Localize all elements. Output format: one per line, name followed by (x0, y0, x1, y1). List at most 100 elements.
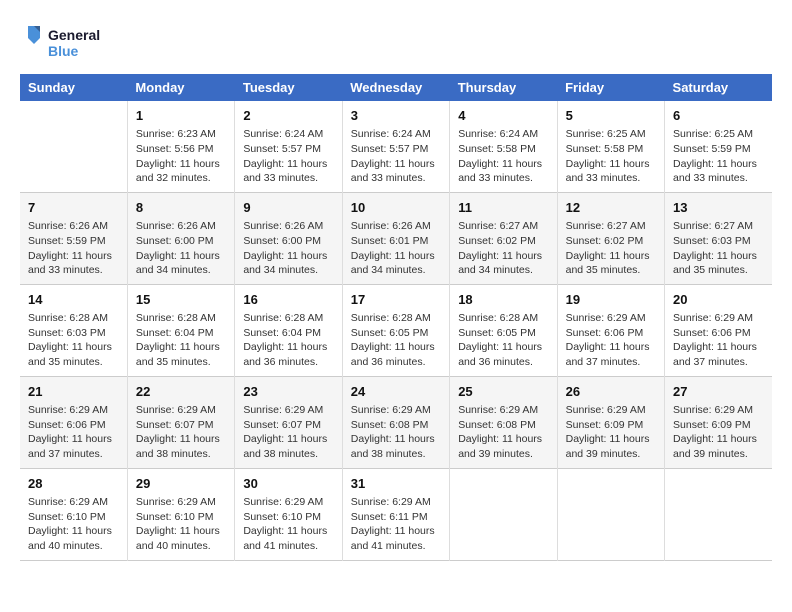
cell-info: Sunset: 5:56 PM (136, 142, 226, 157)
calendar-cell: 17Sunrise: 6:28 AMSunset: 6:05 PMDayligh… (342, 284, 449, 376)
day-number: 2 (243, 107, 333, 125)
calendar-cell: 3Sunrise: 6:24 AMSunset: 5:57 PMDaylight… (342, 101, 449, 192)
cell-info: and 41 minutes. (243, 539, 333, 554)
day-number: 5 (566, 107, 656, 125)
cell-info: Sunrise: 6:29 AM (136, 403, 226, 418)
cell-info: Sunset: 5:57 PM (243, 142, 333, 157)
day-number: 29 (136, 475, 226, 493)
cell-info: Sunset: 6:10 PM (28, 510, 119, 525)
column-header-tuesday: Tuesday (235, 74, 342, 101)
cell-info: Sunset: 5:59 PM (28, 234, 119, 249)
calendar-cell (557, 468, 664, 560)
cell-info: and 36 minutes. (243, 355, 333, 370)
cell-info: Daylight: 11 hours (136, 249, 226, 264)
cell-info: Daylight: 11 hours (28, 340, 119, 355)
cell-info: Daylight: 11 hours (351, 249, 441, 264)
cell-info: Daylight: 11 hours (458, 432, 548, 447)
cell-info: Sunset: 6:07 PM (136, 418, 226, 433)
day-number: 13 (673, 199, 764, 217)
calendar-cell (450, 468, 557, 560)
week-row: 1Sunrise: 6:23 AMSunset: 5:56 PMDaylight… (20, 101, 772, 192)
cell-info: and 32 minutes. (136, 171, 226, 186)
cell-info: Sunset: 6:04 PM (136, 326, 226, 341)
calendar-cell: 13Sunrise: 6:27 AMSunset: 6:03 PMDayligh… (665, 192, 772, 284)
cell-info: Sunrise: 6:23 AM (136, 127, 226, 142)
cell-info: and 34 minutes. (136, 263, 226, 278)
cell-info: Sunrise: 6:29 AM (673, 311, 764, 326)
cell-info: and 34 minutes. (351, 263, 441, 278)
calendar-cell: 4Sunrise: 6:24 AMSunset: 5:58 PMDaylight… (450, 101, 557, 192)
calendar-cell: 31Sunrise: 6:29 AMSunset: 6:11 PMDayligh… (342, 468, 449, 560)
day-number: 12 (566, 199, 656, 217)
cell-info: Sunset: 6:09 PM (566, 418, 656, 433)
cell-info: Daylight: 11 hours (243, 157, 333, 172)
cell-info: and 35 minutes. (28, 355, 119, 370)
calendar-cell: 6Sunrise: 6:25 AMSunset: 5:59 PMDaylight… (665, 101, 772, 192)
cell-info: Sunset: 6:00 PM (243, 234, 333, 249)
cell-info: Sunset: 6:08 PM (458, 418, 548, 433)
cell-info: Daylight: 11 hours (136, 524, 226, 539)
day-number: 7 (28, 199, 119, 217)
calendar-cell: 24Sunrise: 6:29 AMSunset: 6:08 PMDayligh… (342, 376, 449, 468)
cell-info: Daylight: 11 hours (566, 157, 656, 172)
cell-info: Sunrise: 6:29 AM (566, 311, 656, 326)
cell-info: Sunrise: 6:25 AM (566, 127, 656, 142)
cell-info: and 37 minutes. (566, 355, 656, 370)
cell-info: Daylight: 11 hours (136, 157, 226, 172)
cell-info: Sunrise: 6:27 AM (566, 219, 656, 234)
calendar-cell: 8Sunrise: 6:26 AMSunset: 6:00 PMDaylight… (127, 192, 234, 284)
cell-info: Sunrise: 6:25 AM (673, 127, 764, 142)
calendar-header-row: SundayMondayTuesdayWednesdayThursdayFrid… (20, 74, 772, 101)
page-header: General Blue (20, 20, 772, 64)
cell-info: and 36 minutes. (458, 355, 548, 370)
cell-info: and 33 minutes. (566, 171, 656, 186)
svg-text:General: General (48, 27, 100, 43)
cell-info: Daylight: 11 hours (136, 340, 226, 355)
cell-info: Sunset: 6:02 PM (458, 234, 548, 249)
calendar-cell: 1 Sunrise: 6:23 AMSunset: 5:56 PMDaylight… (127, 101, 234, 192)
cell-info: Sunrise: 6:29 AM (28, 403, 119, 418)
cell-info: Daylight: 11 hours (458, 340, 548, 355)
cell-info: and 39 minutes. (673, 447, 764, 462)
column-header-monday: Monday (127, 74, 234, 101)
week-row: 28Sunrise: 6:29 AMSunset: 6:10 PMDayligh… (20, 468, 772, 560)
cell-info: and 33 minutes. (351, 171, 441, 186)
cell-info: Sunset: 6:07 PM (243, 418, 333, 433)
cell-info: Sunrise: 6:26 AM (136, 219, 226, 234)
cell-info: Sunrise: 6:29 AM (136, 495, 226, 510)
cell-info: Sunset: 6:11 PM (351, 510, 441, 525)
calendar-cell: 11Sunrise: 6:27 AMSunset: 6:02 PMDayligh… (450, 192, 557, 284)
cell-info: and 40 minutes. (28, 539, 119, 554)
calendar-cell: 2Sunrise: 6:24 AMSunset: 5:57 PMDaylight… (235, 101, 342, 192)
cell-info: and 33 minutes. (243, 171, 333, 186)
cell-info: and 37 minutes. (28, 447, 119, 462)
cell-info: Sunset: 6:00 PM (136, 234, 226, 249)
day-number: 3 (351, 107, 441, 125)
cell-info: Sunset: 6:06 PM (566, 326, 656, 341)
day-number: 11 (458, 199, 548, 217)
day-number: 19 (566, 291, 656, 309)
calendar-cell: 21Sunrise: 6:29 AMSunset: 6:06 PMDayligh… (20, 376, 127, 468)
day-number: 26 (566, 383, 656, 401)
day-number: 30 (243, 475, 333, 493)
cell-info: Daylight: 11 hours (136, 432, 226, 447)
cell-info: Sunrise: 6:29 AM (351, 403, 441, 418)
cell-info: Sunset: 5:57 PM (351, 142, 441, 157)
cell-info: Sunset: 6:10 PM (136, 510, 226, 525)
cell-info: Sunrise: 6:29 AM (673, 403, 764, 418)
day-number: 6 (673, 107, 764, 125)
cell-info: and 34 minutes. (243, 263, 333, 278)
calendar-cell: 22Sunrise: 6:29 AMSunset: 6:07 PMDayligh… (127, 376, 234, 468)
cell-info: Sunrise: 6:28 AM (243, 311, 333, 326)
day-number: 1 (136, 107, 226, 125)
cell-info: Sunrise: 6:28 AM (28, 311, 119, 326)
cell-info: Daylight: 11 hours (243, 340, 333, 355)
cell-info: Daylight: 11 hours (673, 340, 764, 355)
calendar-cell: 7Sunrise: 6:26 AMSunset: 5:59 PMDaylight… (20, 192, 127, 284)
cell-info: Sunrise: 6:29 AM (566, 403, 656, 418)
cell-info: Daylight: 11 hours (28, 524, 119, 539)
logo: General Blue (20, 20, 120, 64)
day-number: 25 (458, 383, 548, 401)
svg-text:Blue: Blue (48, 43, 79, 59)
column-header-thursday: Thursday (450, 74, 557, 101)
